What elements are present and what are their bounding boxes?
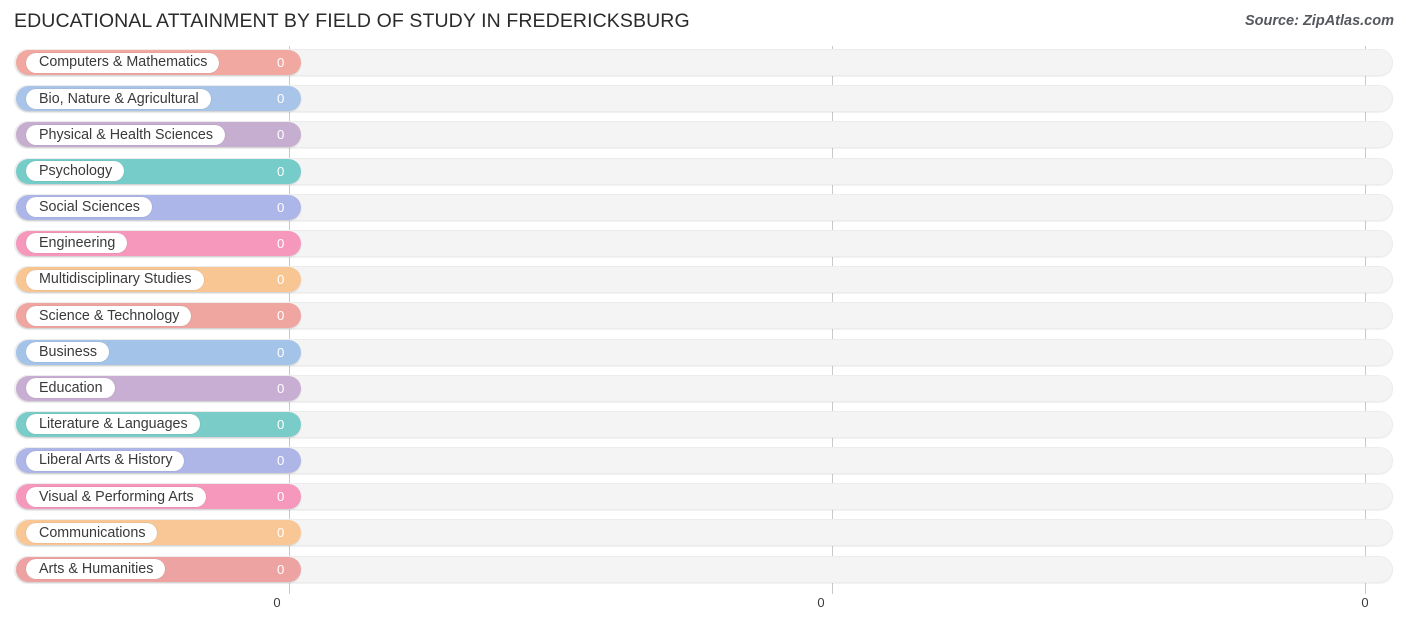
bar-value-label: 0: [277, 235, 285, 251]
category-label-pill: Science & Technology: [26, 305, 192, 326]
category-label-pill: Education: [26, 378, 115, 399]
chart-root: EDUCATIONAL ATTAINMENT BY FIELD OF STUDY…: [0, 0, 1406, 632]
category-label-pill: Physical & Health Sciences: [26, 124, 226, 145]
category-label: Social Sciences: [39, 199, 140, 216]
axis-tick-label: 0: [1361, 595, 1369, 610]
bar-value-label: 0: [277, 561, 285, 577]
x-axis: 0 0 0: [0, 594, 1406, 632]
bar-row: Physical & Health Sciences 0: [0, 118, 1406, 154]
bar-rows: Computers & Mathematics 0 Bio, Nature & Ag…: [0, 46, 1406, 589]
category-label-pill: Communications: [26, 522, 158, 543]
category-label-pill: Social Sciences: [26, 197, 152, 218]
category-label-pill: Visual & Performing Arts: [26, 486, 206, 507]
category-label: Science & Technology: [39, 307, 180, 324]
bar-value-label: 0: [277, 163, 285, 179]
bar-row: Bio, Nature & Agricultural 0: [0, 82, 1406, 118]
bar-value-label: 0: [277, 489, 285, 505]
bar-row: Social Sciences 0: [0, 191, 1406, 227]
bar-value-label: 0: [277, 91, 285, 107]
axis-tick-label: 0: [817, 595, 825, 610]
bar-row: Visual & Performing Arts 0: [0, 480, 1406, 516]
category-label: Multidisciplinary Studies: [39, 271, 192, 288]
bar-value-label: 0: [277, 127, 285, 143]
bar-row: Education 0: [0, 372, 1406, 408]
category-label-pill: Psychology: [26, 161, 125, 182]
bar-row: Business 0: [0, 336, 1406, 372]
axis-tick-label: 0: [273, 595, 281, 610]
category-label-pill: Bio, Nature & Agricultural: [26, 88, 211, 109]
bar-value-label: 0: [277, 416, 285, 432]
category-label-pill: Business: [26, 342, 110, 362]
bar-value-label: 0: [277, 199, 285, 215]
source-attribution: Source: ZipAtlas.com: [1244, 13, 1394, 29]
bar-row: Literature & Languages 0: [0, 408, 1406, 444]
bar-value-label: 0: [277, 272, 285, 288]
category-label-pill: Engineering: [26, 233, 128, 254]
chart-header: EDUCATIONAL ATTAINMENT BY FIELD OF STUDY…: [0, 0, 1406, 44]
category-label-pill: Literature & Languages: [26, 414, 200, 435]
category-label: Visual & Performing Arts: [39, 488, 194, 505]
bar-value-label: 0: [277, 344, 285, 360]
category-label: Arts & Humanities: [39, 560, 154, 577]
category-label: Bio, Nature & Agricultural: [39, 90, 199, 107]
category-label-pill: Liberal Arts & History: [26, 450, 185, 471]
plot-area: Computers & Mathematics 0 Bio, Nature & Ag…: [0, 46, 1406, 594]
bar-value-label: 0: [277, 308, 285, 324]
category-label: Computers & Mathematics: [39, 54, 208, 71]
bar-row: Computers & Mathematics 0: [0, 46, 1406, 82]
bar-value-label: 0: [277, 525, 285, 541]
category-label: Communications: [39, 524, 146, 541]
bar-row: Communications 0: [0, 516, 1406, 552]
category-label: Psychology: [39, 162, 113, 179]
category-label-pill: Arts & Humanities: [26, 559, 166, 580]
bar-value-label: 0: [277, 380, 285, 396]
category-label-pill: Multidisciplinary Studies: [26, 269, 204, 290]
bar-row: Psychology 0: [0, 155, 1406, 191]
bar-row: Multidisciplinary Studies 0: [0, 263, 1406, 299]
category-label: Literature & Languages: [39, 416, 188, 433]
category-label: Education: [39, 380, 103, 397]
bar-value-label: 0: [277, 453, 285, 469]
bar-row: Engineering 0: [0, 227, 1406, 263]
bar-row: Liberal Arts & History 0: [0, 444, 1406, 480]
bar-row: Science & Technology 0: [0, 299, 1406, 335]
category-label: Engineering: [39, 235, 116, 252]
category-label: Business: [39, 343, 98, 360]
bar-value-label: 0: [277, 55, 285, 70]
category-label: Physical & Health Sciences: [39, 126, 214, 143]
page-title: EDUCATIONAL ATTAINMENT BY FIELD OF STUDY…: [14, 10, 690, 32]
bar-row: Arts & Humanities 0: [0, 553, 1406, 589]
category-label: Liberal Arts & History: [39, 452, 173, 469]
category-label-pill: Computers & Mathematics: [26, 52, 220, 73]
